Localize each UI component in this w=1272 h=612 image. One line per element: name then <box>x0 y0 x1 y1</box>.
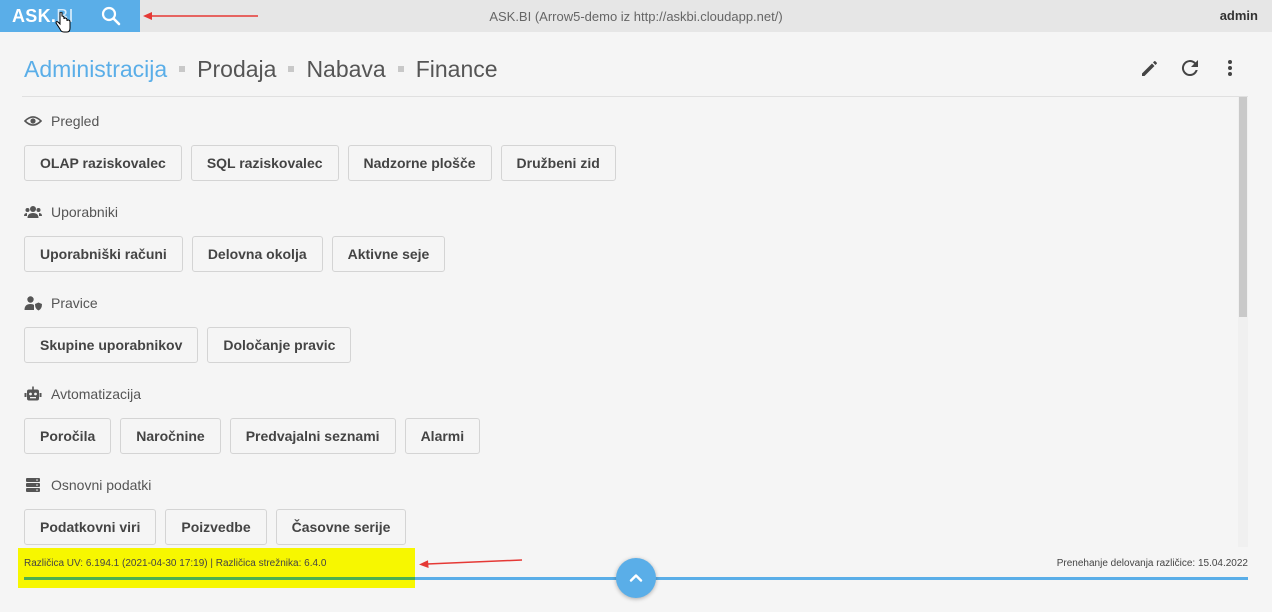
section-pregled-label: Pregled <box>51 113 100 129</box>
annotation-arrow <box>419 559 523 568</box>
users-icon <box>24 206 42 218</box>
toolbar <box>1138 56 1242 80</box>
divider <box>22 96 1248 97</box>
dashboards-button[interactable]: Nadzorne plošče <box>347 145 492 181</box>
workspaces-button[interactable]: Delovna okolja <box>191 236 323 272</box>
section-osnovni-podatki-title: Osnovni podatki <box>24 476 151 494</box>
section-pravice-buttons: Skupine uporabnikov Določanje pravic <box>24 327 352 363</box>
version-info: Različica UV: 6.194.1 (2021-04-30 17:19)… <box>24 558 327 569</box>
user-shield-icon <box>24 296 42 311</box>
edit-icon[interactable] <box>1138 56 1162 80</box>
social-wall-button[interactable]: Družbeni zid <box>500 145 616 181</box>
top-bar: ASK.BI ASK.BI (Arrow5-demo iz http://ask… <box>0 0 1272 33</box>
user-menu[interactable]: admin <box>1220 8 1258 23</box>
alarms-button[interactable]: Alarmi <box>404 418 481 454</box>
section-pravice-title: Pravice <box>24 294 98 312</box>
data-sources-button[interactable]: Podatkovni viri <box>24 509 157 545</box>
tab-separator <box>397 66 404 72</box>
section-osnovni-podatki-buttons: Podatkovni viri Poizvedbe Časovne serije <box>24 509 407 545</box>
tab-finance[interactable]: Finance <box>416 56 498 83</box>
scrollbar-thumb[interactable] <box>1239 97 1247 317</box>
more-vert-icon[interactable] <box>1218 56 1242 80</box>
section-avtomatizacija-buttons: Poročila Naročnine Predvajalni seznami A… <box>24 418 481 454</box>
chevron-up-icon <box>629 574 643 582</box>
robot-icon <box>24 386 42 401</box>
active-sessions-button[interactable]: Aktivne seje <box>331 236 446 272</box>
time-series-button[interactable]: Časovne serije <box>275 509 407 545</box>
permissions-button[interactable]: Določanje pravic <box>207 327 352 363</box>
section-pregled-buttons: OLAP raziskovalec SQL raziskovalec Nadzo… <box>24 145 616 181</box>
user-accounts-button[interactable]: Uporabniški računi <box>24 236 183 272</box>
tab-separator <box>288 66 295 72</box>
section-avtomatizacija-label: Avtomatizacija <box>51 386 142 402</box>
section-uporabniki-label: Uporabniki <box>51 204 118 220</box>
section-uporabniki-title: Uporabniki <box>24 203 118 221</box>
database-icon <box>26 478 40 492</box>
eye-icon <box>24 116 42 126</box>
section-uporabniki-buttons: Uporabniški računi Delovna okolja Aktivn… <box>24 236 446 272</box>
olap-explorer-button[interactable]: OLAP raziskovalec <box>24 145 182 181</box>
support-end-info: Prenehanje delovanja različice: 15.04.20… <box>1056 558 1248 569</box>
refresh-icon[interactable] <box>1178 56 1202 80</box>
tab-nabava[interactable]: Nabava <box>306 56 385 83</box>
tab-administracija[interactable]: Administracija <box>24 56 167 83</box>
user-groups-button[interactable]: Skupine uporabnikov <box>24 327 199 363</box>
sql-explorer-button[interactable]: SQL raziskovalec <box>190 145 339 181</box>
queries-button[interactable]: Poizvedbe <box>165 509 267 545</box>
tab-separator <box>179 66 186 72</box>
section-pregled-title: Pregled <box>24 112 99 130</box>
section-pravice-label: Pravice <box>51 295 98 311</box>
window-title: ASK.BI (Arrow5-demo iz http://askbi.clou… <box>489 9 783 24</box>
playlists-button[interactable]: Predvajalni seznami <box>229 418 396 454</box>
tab-bar: Administracija Prodaja Nabava Finance <box>24 54 498 84</box>
footer-progress-blue <box>415 577 1248 580</box>
section-avtomatizacija-title: Avtomatizacija <box>24 385 141 403</box>
footer-progress-green <box>24 577 415 580</box>
section-osnovni-podatki-label: Osnovni podatki <box>51 477 152 493</box>
subscriptions-button[interactable]: Naročnine <box>120 418 221 454</box>
scroll-up-button[interactable] <box>616 558 656 598</box>
reports-button[interactable]: Poročila <box>24 418 112 454</box>
tab-prodaja[interactable]: Prodaja <box>197 56 276 83</box>
